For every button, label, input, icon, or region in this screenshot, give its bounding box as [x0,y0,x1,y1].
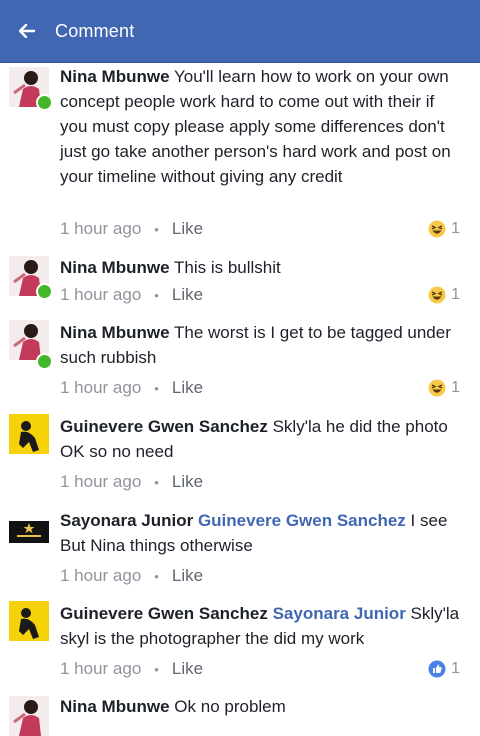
reaction-count: 1 [451,379,460,396]
reaction-count: 1 [451,220,460,237]
comment-meta: 1 hour ago • Like [60,216,460,242]
haha-icon [428,286,446,304]
comment-author[interactable]: Nina Mbunwe [60,258,170,277]
reaction-summary[interactable]: 1 [428,375,460,401]
like-button[interactable]: Like [172,378,203,398]
comment-text: This is bullshit [173,258,281,277]
comment-meta: 1 hour ago • Like [60,656,460,682]
comment-author[interactable]: Guinevere Gwen Sanchez [60,417,268,436]
avatar[interactable] [9,696,49,736]
comment-text: Ok no problem [174,697,286,716]
online-status-icon [36,94,53,111]
like-button[interactable]: Like [172,659,203,679]
comment-time[interactable]: 1 hour ago [60,659,141,679]
like-button[interactable]: Like [172,219,203,239]
comment-item: Nina Mbunwe This is bullshit 1 hour ago … [0,250,480,310]
comment-body: Nina Mbunwe This is bullshit [60,255,465,280]
mention-link[interactable]: Guinevere Gwen Sanchez [198,511,406,530]
online-status-icon [36,353,53,370]
comment-body: Nina Mbunwe Ok no problem [60,694,465,719]
comment-author[interactable]: Nina Mbunwe [60,67,170,86]
comment-item: Nina Mbunwe You'll learn how to work on … [0,62,480,242]
separator-dot: • [154,474,159,490]
comment-body: Guinevere Gwen Sanchez Skly'la he did th… [60,414,465,464]
comment-meta: 1 hour ago • Like [60,282,460,308]
comment-meta: 1 hour ago • Like [60,469,460,495]
comment-time[interactable]: 1 hour ago [60,378,141,398]
back-button[interactable] [17,21,37,41]
avatar[interactable] [9,601,49,641]
like-button[interactable]: Like [172,566,203,586]
comment-author[interactable]: Guinevere Gwen Sanchez [60,604,268,623]
haha-icon [428,379,446,397]
comment-author[interactable]: Nina Mbunwe [60,697,170,716]
comment-body: Nina Mbunwe The worst is I get to be tag… [60,320,465,370]
top-bar: Comment [0,0,480,63]
comment-meta: 1 hour ago • Like [60,375,460,401]
comment-item: Nina Mbunwe The worst is I get to be tag… [0,318,480,403]
comment-item: Guinevere Gwen Sanchez Skly'la he did th… [0,412,480,497]
page-title: Comment [55,20,135,41]
reaction-summary[interactable]: 1 [428,656,460,682]
arrow-left-icon [19,24,35,38]
comment-meta: 1 hour ago • Like [60,563,460,589]
reaction-count: 1 [451,286,460,303]
comment-author[interactable]: Nina Mbunwe [60,323,170,342]
separator-dot: • [154,568,159,584]
reaction-summary[interactable]: 1 [428,216,460,242]
comment-body: Nina Mbunwe You'll learn how to work on … [60,64,465,189]
comment-body: Sayonara Junior Guinevere Gwen Sanchez I… [60,508,465,558]
comment-time[interactable]: 1 hour ago [60,566,141,586]
comment-item: Nina Mbunwe Ok no problem [0,692,480,736]
like-icon [428,660,446,678]
comment-item: Sayonara Junior Guinevere Gwen Sanchez I… [0,506,480,591]
separator-dot: • [154,380,159,396]
like-button[interactable]: Like [172,285,203,305]
separator-dot: • [154,661,159,677]
comment-time[interactable]: 1 hour ago [60,219,141,239]
comment-time[interactable]: 1 hour ago [60,285,141,305]
avatar[interactable] [9,414,49,454]
comment-item: Guinevere Gwen Sanchez Sayonara Junior S… [0,599,480,684]
separator-dot: • [154,287,159,303]
comment-time[interactable]: 1 hour ago [60,472,141,492]
separator-dot: • [154,221,159,237]
comment-author[interactable]: Sayonara Junior [60,511,193,530]
comment-body: Guinevere Gwen Sanchez Sayonara Junior S… [60,601,465,651]
online-status-icon [36,283,53,300]
haha-icon [428,220,446,238]
like-button[interactable]: Like [172,472,203,492]
mention-link[interactable]: Sayonara Junior [273,604,406,623]
reaction-count: 1 [451,660,460,677]
avatar[interactable] [9,512,49,552]
reaction-summary[interactable]: 1 [428,282,460,308]
